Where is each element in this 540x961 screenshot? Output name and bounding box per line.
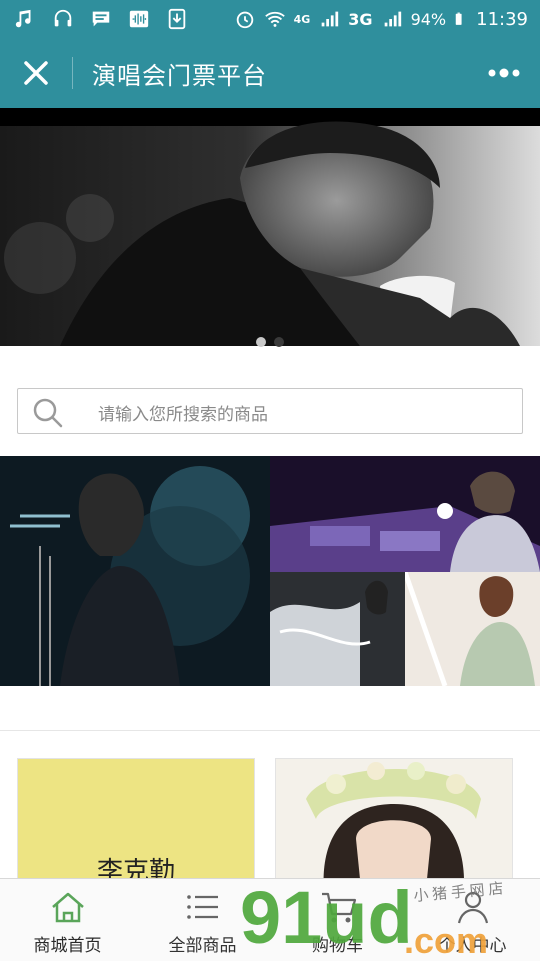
search-icon [33,398,63,428]
more-dots-icon[interactable] [484,58,524,88]
carousel-dot-1[interactable] [256,337,266,347]
user-icon [457,891,489,924]
headset-icon [54,9,72,27]
nav-label: 购物车 [312,936,363,956]
nav-label: 个人中心 [438,936,507,956]
battery-percent: 94% [410,9,447,29]
nav-item-cart[interactable]: 购物车 [270,879,405,961]
bottom-nav: 商城首页 全部商品 购物车 个人中心 [0,878,540,961]
home-icon [52,892,84,923]
featured-tile-singer-2[interactable] [270,456,540,572]
featured-image-3 [270,572,405,686]
audio-icon [129,10,149,28]
nav-item-home[interactable]: 商城首页 [0,879,135,961]
network-3g-label: 3G [348,9,373,29]
search-placeholder: 请输入您所搜索的商品 [98,405,268,425]
featured-image-4 [405,572,540,686]
featured-tile-singer-3[interactable] [270,572,405,686]
message-icon [92,11,110,27]
featured-collage [0,456,540,686]
banner-carousel[interactable] [0,108,540,346]
system-status: 4G 3G 94% 11:39 [234,6,528,32]
battery-icon [455,12,462,25]
notification-icons [14,6,188,32]
featured-image-2 [270,456,540,572]
featured-image-1 [0,456,270,686]
download-icon [168,8,186,30]
music-icon [15,9,31,28]
close-icon[interactable] [16,53,56,93]
banner-image [0,108,540,346]
featured-tile-singer-4[interactable] [405,572,540,686]
carousel-dots [0,337,540,353]
nav-label: 全部商品 [168,936,237,956]
nav-item-all-products[interactable]: 全部商品 [135,879,270,961]
list-icon [187,895,218,919]
signal-icon [321,11,339,27]
cart-icon [322,892,357,923]
nav-item-profile[interactable]: 个人中心 [405,879,540,961]
status-bar: 4G 3G 94% 11:39 [0,0,540,38]
featured-tile-singer-1[interactable] [0,456,270,686]
title-divider [72,57,73,89]
network-4g-label: 4G [293,12,311,26]
title-bar: 演唱会门票平台 [0,38,540,108]
carousel-dot-2[interactable] [274,337,284,347]
nav-label: 商城首页 [33,936,102,956]
wifi-icon [264,11,285,27]
section-divider [0,730,540,731]
signal-icon-2 [384,11,401,27]
alarm-icon [236,11,253,29]
search-input[interactable]: 请输入您所搜索的商品 [17,388,523,434]
page-title: 演唱会门票平台 [92,62,267,90]
clock: 11:39 [476,8,528,30]
